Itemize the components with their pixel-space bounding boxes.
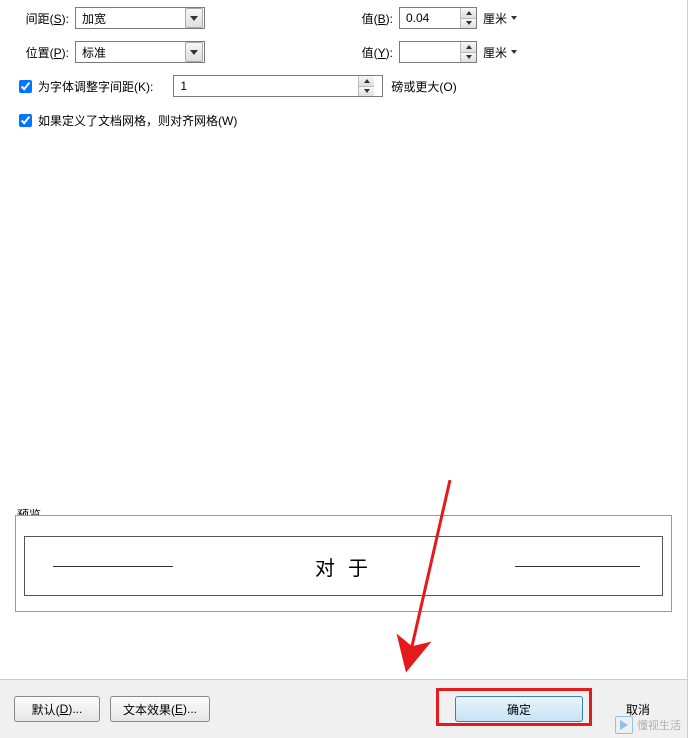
position-combo[interactable]: 标准	[75, 41, 205, 63]
value-b-unit-dropdown[interactable]: 厘米	[477, 7, 519, 29]
watermark: 懂视生活	[615, 716, 681, 734]
text-effects-button[interactable]: 文本效果(E)...	[110, 696, 210, 722]
preview-inner: 对 于	[24, 536, 663, 596]
kerning-spinbox[interactable]	[173, 75, 383, 97]
spin-up-icon[interactable]	[359, 76, 374, 87]
kerning-checkbox-input[interactable]	[19, 80, 32, 93]
grid-snap-label: 如果定义了文档网格，则对齐网格(W)	[38, 112, 237, 129]
value-b-input[interactable]	[400, 8, 460, 28]
chevron-down-icon[interactable]	[185, 8, 203, 28]
kerning-label: 为字体调整字间距(K):	[38, 78, 153, 95]
spacing-label: 间距(S):	[15, 10, 75, 27]
position-label: 位置(P):	[15, 44, 75, 61]
value-y-input[interactable]	[400, 42, 460, 62]
spacing-combo[interactable]: 加宽	[75, 7, 205, 29]
kerning-unit-label: 磅或更大(O)	[383, 78, 456, 95]
play-icon	[615, 716, 633, 734]
value-y-unit-dropdown[interactable]: 厘米	[477, 41, 519, 63]
grid-snap-checkbox-input[interactable]	[19, 114, 32, 127]
spin-up-icon[interactable]	[461, 42, 476, 53]
kerning-input[interactable]	[174, 76, 358, 96]
kerning-checkbox[interactable]: 为字体调整字间距(K):	[15, 77, 153, 96]
spin-up-icon[interactable]	[461, 8, 476, 19]
value-b-label: 值(B):	[355, 10, 399, 27]
chevron-down-icon[interactable]	[185, 42, 203, 62]
spacing-combo-value: 加宽	[76, 10, 184, 27]
preview-frame: 对 于	[15, 515, 672, 612]
value-y-spinbox[interactable]	[399, 41, 477, 63]
grid-snap-checkbox[interactable]: 如果定义了文档网格，则对齐网格(W)	[15, 111, 237, 130]
spin-down-icon[interactable]	[461, 19, 476, 29]
position-combo-value: 标准	[76, 44, 184, 61]
spin-down-icon[interactable]	[461, 53, 476, 63]
value-y-label: 值(Y):	[355, 44, 399, 61]
ok-button[interactable]: 确定	[455, 696, 583, 722]
button-bar: 默认(D)... 文本效果(E)... 确定 取消	[0, 680, 687, 738]
preview-text: 对 于	[315, 552, 372, 581]
default-button[interactable]: 默认(D)...	[14, 696, 100, 722]
spin-down-icon[interactable]	[359, 87, 374, 97]
value-b-spinbox[interactable]	[399, 7, 477, 29]
